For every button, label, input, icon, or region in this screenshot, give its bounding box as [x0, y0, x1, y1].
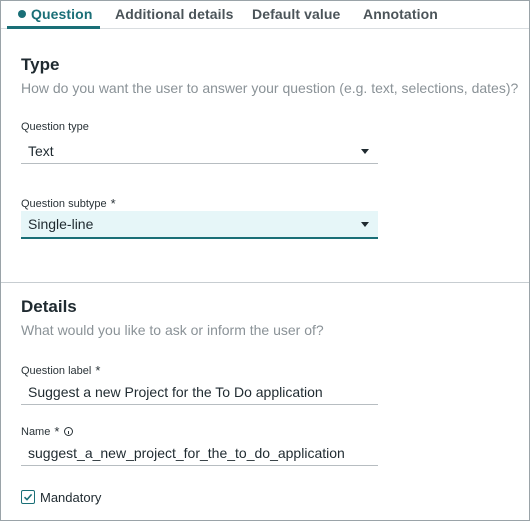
required-asterisk: *	[110, 196, 116, 211]
question-subtype-select[interactable]: Single-line	[21, 211, 378, 239]
question-subtype-label: Question subtype *	[21, 195, 116, 211]
tab-annotation[interactable]: Annotation	[363, 6, 438, 22]
question-type-label: Question type	[21, 121, 89, 133]
name-input[interactable]: suggest_a_new_project_for_the_to_do_appl…	[21, 440, 378, 466]
form-panel: Question Additional details Default valu…	[0, 0, 530, 521]
name-label: Name *	[21, 423, 74, 439]
tab-bar: Question Additional details Default valu…	[1, 1, 529, 29]
mandatory-checkbox[interactable]	[21, 490, 35, 504]
question-label-label-text: Question label	[21, 365, 92, 377]
required-asterisk: *	[54, 424, 60, 439]
question-label-label: Question label *	[21, 362, 101, 378]
name-value: suggest_a_new_project_for_the_to_do_appl…	[28, 445, 345, 461]
name-label-text: Name	[21, 426, 51, 438]
question-label-input[interactable]: Suggest a new Project for the To Do appl…	[21, 379, 378, 405]
section-divider	[1, 282, 529, 283]
active-tab-indicator	[7, 26, 100, 29]
question-subtype-label-text: Question subtype	[21, 198, 107, 210]
question-type-select[interactable]: Text	[21, 138, 378, 164]
info-icon[interactable]	[64, 427, 74, 436]
type-section-description: How do you want the user to answer your …	[21, 80, 519, 96]
required-asterisk: *	[95, 363, 101, 378]
caret-down-icon	[361, 149, 369, 154]
caret-down-icon	[361, 222, 369, 227]
tab-additional-details[interactable]: Additional details	[115, 6, 233, 22]
tab-additional-details-label: Additional details	[115, 6, 234, 22]
details-section-description: What would you like to ask or inform the…	[21, 322, 324, 338]
tab-default-value-label: Default value	[252, 6, 341, 22]
tab-question[interactable]: Question	[18, 6, 92, 22]
mandatory-label: Mandatory	[40, 490, 102, 505]
question-label-value: Suggest a new Project for the To Do appl…	[28, 384, 323, 400]
tab-default-value[interactable]: Default value	[252, 6, 340, 22]
checkmark-icon	[23, 493, 33, 501]
details-section-title: Details	[21, 297, 77, 316]
question-type-value: Text	[28, 143, 54, 159]
tab-question-label: Question	[31, 6, 93, 22]
type-section-title: Type	[21, 55, 60, 74]
question-subtype-value: Single-line	[28, 216, 94, 232]
active-dot-icon	[18, 10, 26, 18]
tab-annotation-label: Annotation	[363, 6, 438, 22]
